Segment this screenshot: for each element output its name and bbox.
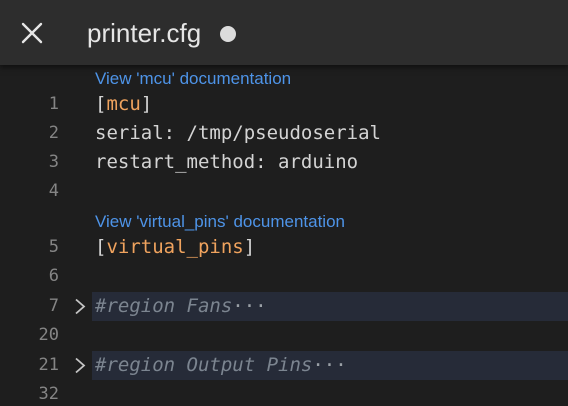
section-name: mcu [106, 93, 141, 115]
line-content: #region Fans··· [95, 292, 267, 321]
bracket: ] [243, 236, 256, 258]
code-line[interactable]: 3 restart_method: arduino [0, 148, 568, 177]
code-line[interactable]: 4 [0, 177, 568, 206]
line-number: 5 [48, 237, 59, 257]
code-line[interactable]: 2 serial: /tmp/pseudoserial [0, 119, 568, 148]
line-number: 4 [48, 181, 59, 201]
line-number: 6 [48, 266, 59, 286]
line-content: restart_method: arduino [95, 151, 359, 173]
codelens-mcu-docs-link[interactable]: View 'mcu' documentation [95, 68, 291, 90]
file-name: printer.cfg [87, 18, 202, 48]
line-content: [mcu] [95, 90, 152, 119]
close-icon [21, 22, 43, 44]
line-number: 7 [48, 296, 59, 316]
fold-ellipsis[interactable]: ··· [312, 354, 346, 376]
code-line[interactable]: 32 [0, 380, 568, 406]
line-number: 2 [48, 123, 59, 143]
region-comment: #region Output Pins [95, 354, 313, 376]
fold-ellipsis[interactable]: ··· [232, 295, 266, 317]
line-number: 21 [38, 355, 59, 375]
folded-region-fans[interactable]: 7 #region Fans··· [0, 292, 568, 321]
chevron-right-icon[interactable] [73, 357, 87, 374]
line-content: serial: /tmp/pseudoserial [95, 122, 381, 144]
chevron-right-icon[interactable] [73, 298, 87, 315]
close-button[interactable] [20, 21, 44, 45]
line-content: #region Output Pins··· [95, 351, 347, 380]
editor-title-bar: printer.cfg [0, 0, 568, 65]
unsaved-dot-icon [220, 26, 236, 42]
line-number: 20 [38, 325, 59, 345]
code-editor[interactable]: View 'mcu' documentation 1 [mcu] 2 seria… [0, 65, 568, 406]
line-number: 3 [48, 152, 59, 172]
bracket: ] [140, 93, 153, 115]
code-line[interactable]: 1 [mcu] [0, 90, 568, 119]
code-line[interactable]: 6 [0, 262, 568, 291]
region-comment: #region Fans [95, 295, 233, 317]
bracket: [ [95, 93, 107, 115]
bracket: [ [95, 236, 107, 258]
section-name: virtual_pins [106, 236, 244, 258]
line-number: 32 [38, 384, 59, 404]
code-line[interactable]: 20 [0, 321, 568, 350]
line-number: 1 [48, 94, 59, 114]
line-content: [virtual_pins] [95, 233, 255, 262]
codelens-virtual-pins-docs-link[interactable]: View 'virtual_pins' documentation [95, 211, 345, 233]
folded-region-output-pins[interactable]: 21 #region Output Pins··· [0, 351, 568, 380]
code-line[interactable]: 5 [virtual_pins] [0, 233, 568, 262]
